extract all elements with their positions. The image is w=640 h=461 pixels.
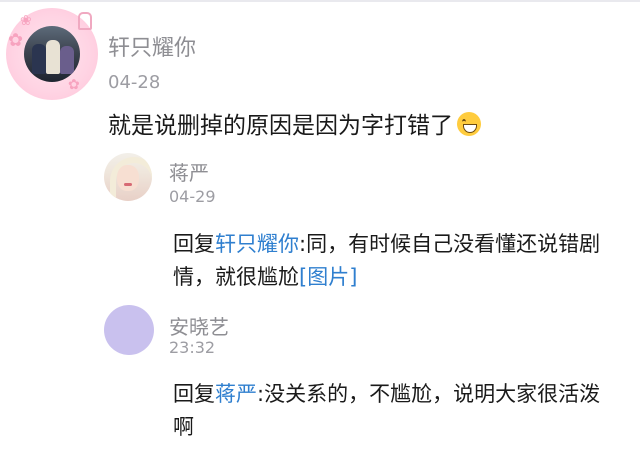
flower-icon: ✿ [68,77,80,93]
comment-date: 04-28 [108,72,161,93]
comment-text: 就是说删掉的原因是因为字打错了 [108,106,481,140]
reply-avatar[interactable] [104,153,152,201]
reply-avatar[interactable] [104,305,154,355]
top-divider [0,0,640,2]
mention-link[interactable]: 轩只耀你 [215,232,299,256]
reply-date: 04-29 [169,187,216,206]
mention-link[interactable]: 蒋严 [215,382,257,406]
bell-icon [78,12,92,30]
reply-date: 23:32 [169,338,216,357]
reply-text: 回复轩只耀你:同，有时候自己没看懂还说错剧情，就很尴尬[图片] [173,228,613,294]
avatar-lip [124,183,132,186]
comment-username[interactable]: 轩只耀你 [108,30,196,62]
avatar-figure [46,40,60,74]
flower-icon: ❀ [20,13,32,29]
avatar-frame[interactable]: ✿ ❀ ✿ [6,8,98,100]
avatar-figure [60,46,74,74]
flower-icon: ✿ [8,30,24,51]
reply-prefix: 回复 [173,232,215,256]
avatar [24,26,80,82]
reply-username[interactable]: 安晓艺 [169,311,229,340]
reply-text: 回复蒋严:没关系的，不尴尬，说明大家很活泼啊 [173,378,613,444]
avatar-figure [32,44,46,74]
image-link[interactable]: [图片] [299,265,357,289]
comment-text-content: 就是说删掉的原因是因为字打错了 [108,113,453,139]
avatar-face [117,165,139,191]
reply-username[interactable]: 蒋严 [169,157,209,186]
grinning-face-icon [457,112,481,136]
reply-prefix: 回复 [173,382,215,406]
